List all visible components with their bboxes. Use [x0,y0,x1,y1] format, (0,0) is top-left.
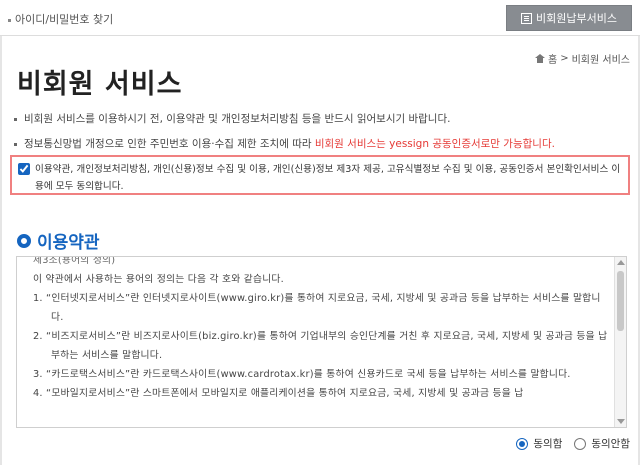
agree-radio[interactable]: 동의함 [516,436,562,451]
home-icon[interactable] [535,54,546,63]
consent-radio-group: 동의함 동의안함 [516,436,630,451]
bullet-icon [14,142,17,146]
agree-radio-label[interactable]: 동의함 [533,436,562,451]
page-title: 비회원 서비스 [17,69,183,100]
terms-item-4: 4. “모바일지로서비스”란 스마트폰에서 모바일지로 애플리케이션을 통하여 … [33,388,524,399]
terms-item-2: 2. “비즈지로서비스”란 비즈지로사이트(biz.giro.kr)를 통하여 … [33,331,608,361]
terms-cut-heading: 제3조(용어의 정의) [33,256,116,266]
bullet-icon [14,117,17,121]
terms-intro: 이 약관에서 사용하는 용어의 정의는 다음 각 호와 같습니다. [33,274,284,285]
terms-scrollbar[interactable] [614,257,626,427]
scroll-down-icon[interactable] [617,419,625,424]
notice-yessign-only: 정보통신망법 개정으로 인한 주민번호 이용·수집 제한 조치에 따라 비회원 … [14,136,555,151]
breadcrumb: 홈 > 비회원 서비스 [535,51,630,66]
disagree-radio[interactable]: 동의안함 [574,436,630,451]
notice-read-terms-text: 비회원 서비스를 이용하시기 전, 이용약관 및 개인정보처리방침 등을 반드시… [24,113,451,125]
find-id-password-link[interactable]: 아이디/비밀번호 찾기 [8,11,113,27]
breadcrumb-home[interactable]: 홈 [548,51,557,66]
terms-section-heading: 이용약관 [17,228,100,253]
terms-content: 제3조(용어의 정의) 이 약관에서 사용하는 용어의 정의는 다음 각 호와 … [17,256,614,403]
left-frame-border [0,36,2,465]
non-member-payment-button[interactable]: 비회원납부서비스 [506,5,632,31]
agree-all-text[interactable]: 이용약관, 개인정보처리방침, 개인(신용)정보 수집 및 이용, 개인(신용)… [35,161,622,195]
terms-section-title: 이용약관 [37,233,100,253]
terms-item-3: 3. “카드로택스서비스”란 카드로택스사이트(www.cardrotax.kr… [33,369,571,380]
notice-yessign-prefix: 정보통신망법 개정으로 인한 주민번호 이용·수집 제한 조치에 따라 [24,138,315,150]
radio-unselected-icon[interactable] [574,437,587,450]
agree-all-checkbox[interactable] [18,163,30,175]
breadcrumb-separator: > [560,53,569,64]
disagree-radio-label[interactable]: 동의안함 [591,436,630,451]
non-member-payment-label: 비회원납부서비스 [536,12,617,25]
bullet-icon [8,18,11,22]
scroll-up-icon[interactable] [617,260,625,265]
terms-scroll-box[interactable]: 제3조(용어의 정의) 이 약관에서 사용하는 용어의 정의는 다음 각 호와 … [16,256,627,428]
section-ring-icon [17,233,31,248]
list-icon [521,12,533,24]
top-bar: 아이디/비밀번호 찾기 비회원납부서비스 [0,0,640,36]
terms-item-1: 1. “인터넷지로서비스”란 인터넷지로사이트(www.giro.kr)를 통하… [33,293,601,323]
radio-selected-icon[interactable] [516,437,529,450]
scroll-thumb[interactable] [617,271,624,331]
notice-read-terms: 비회원 서비스를 이용하시기 전, 이용약관 및 개인정보처리방침 등을 반드시… [14,111,450,126]
notice-yessign-highlight: 비회원 서비스는 yessign 공동인증서로만 가능합니다. [314,138,555,150]
breadcrumb-current: 비회원 서비스 [571,55,630,66]
agree-all-box: 이용약관, 개인정보처리방침, 개인(신용)정보 수집 및 이용, 개인(신용)… [10,155,630,195]
find-id-password-label[interactable]: 아이디/비밀번호 찾기 [15,13,113,26]
